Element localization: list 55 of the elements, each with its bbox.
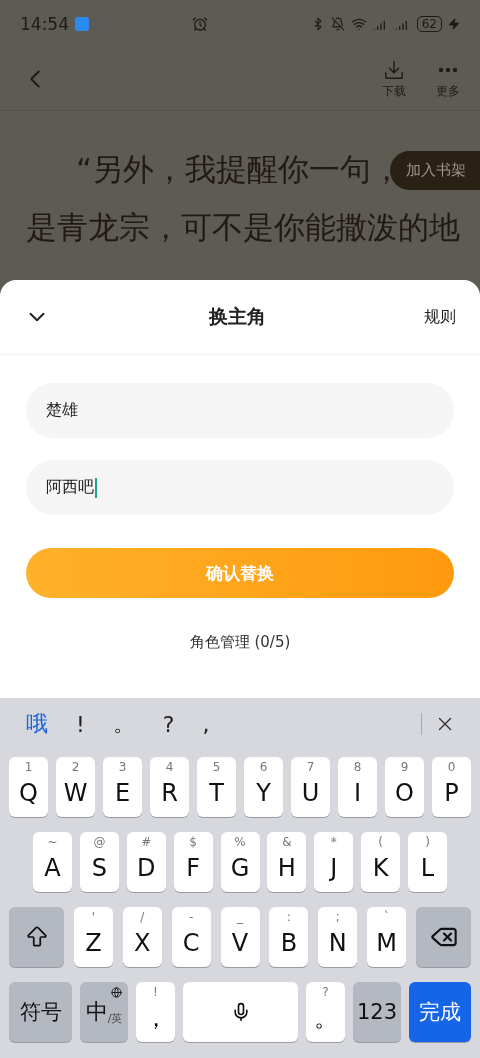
key[interactable]: % G [220, 832, 260, 892]
key[interactable]: 6 Y [244, 757, 283, 817]
key[interactable]: # D [126, 832, 166, 892]
download-icon [383, 58, 405, 81]
key[interactable]: ? 。 [306, 982, 345, 1042]
status-time: 14:54 [20, 14, 69, 34]
symbols-key[interactable]: 符号 [9, 982, 72, 1042]
key[interactable]: 1 Q [9, 757, 48, 817]
candidate[interactable]: ? [162, 711, 175, 737]
key[interactable]: - C [171, 907, 211, 967]
app-notification-icon [75, 17, 89, 31]
input-field[interactable]: 楚雄 [26, 383, 454, 438]
input-field[interactable]: 阿西吧 [26, 460, 454, 515]
key[interactable]: 8 I [338, 757, 377, 817]
key[interactable]: 9 O [385, 757, 424, 817]
key[interactable]: 5 T [197, 757, 236, 817]
key[interactable]: 2 W [56, 757, 95, 817]
candidate[interactable]: , [202, 711, 210, 737]
key[interactable]: ` M [367, 907, 407, 967]
key[interactable]: 3 E [103, 757, 142, 817]
key[interactable]: ~ A [33, 832, 72, 892]
key[interactable]: & H [267, 832, 307, 892]
key[interactable]: 7 U [291, 757, 330, 817]
key[interactable]: $ F [173, 832, 213, 892]
bell-off-icon [330, 17, 345, 31]
sheet-title: 换主角 [207, 304, 267, 329]
key[interactable]: 4 R [150, 757, 189, 817]
key[interactable]: _ V [220, 907, 260, 967]
key[interactable]: : B [269, 907, 309, 967]
key[interactable]: / X [122, 907, 162, 967]
key[interactable]: @ S [79, 832, 119, 892]
candidate[interactable]: 。 [112, 709, 135, 739]
key[interactable]: ' Z [73, 907, 113, 967]
battery-level: 62 [416, 16, 442, 32]
backspace-key[interactable] [416, 907, 471, 967]
more-icon [438, 66, 458, 73]
wifi-icon [350, 16, 367, 32]
done-key[interactable]: 完成 [409, 982, 471, 1042]
key[interactable]: ! ， [136, 982, 175, 1042]
key[interactable]: * J [314, 832, 354, 892]
key[interactable]: ( K [361, 832, 401, 892]
charging-icon [448, 18, 460, 30]
key[interactable]: 0 P [432, 757, 471, 817]
reader-text-line: 是青龙宗，可不是你能撒泼的地 [26, 208, 460, 248]
candidate[interactable]: 哦 [26, 709, 48, 739]
rules-link[interactable]: 规则 [424, 306, 456, 328]
alarm-icon [191, 16, 208, 32]
globe-icon [111, 987, 122, 998]
role-manage-link[interactable]: 角色管理 (0/5) [183, 632, 297, 653]
add-to-shelf-button[interactable]: 加入书架 [390, 151, 480, 190]
key[interactable]: ; N [318, 907, 358, 967]
shift-key[interactable] [9, 907, 64, 967]
key[interactable]: ) L [408, 832, 447, 892]
number-key[interactable]: 123 [353, 982, 401, 1042]
candidate[interactable]: ! [76, 711, 85, 737]
